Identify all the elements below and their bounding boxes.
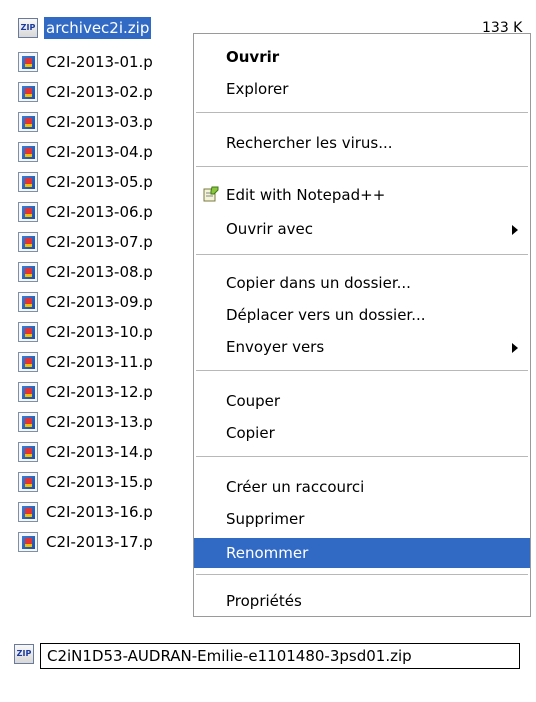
pdf-file-icon [18,232,38,252]
file-name[interactable]: C2I-2013-12.p [44,381,155,403]
pdf-file-icon [18,112,38,132]
menu-item-label: Copier [226,424,275,442]
menu-item-cut[interactable]: Couper [194,386,530,416]
file-name[interactable]: C2I-2013-02.p [44,81,155,103]
file-name[interactable]: C2I-2013-14.p [44,441,155,463]
file-name[interactable]: C2I-2013-05.p [44,171,155,193]
pdf-file-icon [18,322,38,342]
menu-item-create-shortcut[interactable]: Créer un raccourci [194,472,530,502]
menu-item-label: Copier dans un dossier... [226,274,411,292]
submenu-arrow-icon [512,225,518,235]
file-name[interactable]: C2I-2013-04.p [44,141,155,163]
pdf-file-icon [18,292,38,312]
pdf-file-icon [18,532,38,552]
menu-item-copy[interactable]: Copier [194,418,530,448]
menu-separator [196,370,528,371]
rename-input[interactable]: C2iN1D53-AUDRAN-Emilie-e1101480-3psd01.z… [40,643,520,669]
menu-item-delete[interactable]: Supprimer [194,504,530,534]
menu-separator [196,112,528,113]
file-name[interactable]: C2I-2013-08.p [44,261,155,283]
notepad-plus-icon [203,186,219,202]
pdf-file-icon [18,502,38,522]
menu-item-open[interactable]: Ouvrir [194,42,530,72]
menu-separator [196,456,528,457]
zip-file-icon: ZIP [14,644,34,664]
rename-row: ZIP C2iN1D53-AUDRAN-Emilie-e1101480-3psd… [14,640,534,672]
menu-item-copy-to-folder[interactable]: Copier dans un dossier... [194,268,530,298]
pdf-file-icon [18,412,38,432]
file-name[interactable]: C2I-2013-17.p [44,531,155,553]
menu-item-label: Supprimer [226,510,305,528]
file-name[interactable]: C2I-2013-15.p [44,471,155,493]
pdf-file-icon [18,262,38,282]
file-name[interactable]: C2I-2013-03.p [44,111,155,133]
menu-separator [196,166,528,167]
menu-item-label: Créer un raccourci [226,478,365,496]
file-name[interactable]: C2I-2013-16.p [44,501,155,523]
menu-item-open-with[interactable]: Ouvrir avec [194,214,530,244]
pdf-file-icon [18,382,38,402]
file-name[interactable]: C2I-2013-06.p [44,201,155,223]
file-name[interactable]: C2I-2013-11.p [44,351,155,373]
pdf-file-icon [18,442,38,462]
menu-item-explore[interactable]: Explorer [194,74,530,104]
menu-item-label: Propriétés [226,592,302,610]
file-name[interactable]: C2I-2013-01.p [44,51,155,73]
menu-item-label: Déplacer vers un dossier... [226,306,426,324]
pdf-file-icon [18,352,38,372]
menu-separator [196,574,528,575]
menu-separator [196,254,528,255]
menu-item-label: Rechercher les virus... [226,134,393,152]
menu-item-edit-notepad[interactable]: Edit with Notepad++ [194,180,530,210]
pdf-file-icon [18,142,38,162]
menu-item-rename[interactable]: Renommer [194,538,530,568]
menu-item-label: Ouvrir avec [226,220,314,238]
file-name[interactable]: archivec2i.zip [44,17,152,39]
menu-item-label: Explorer [226,80,289,98]
menu-item-label: Edit with Notepad++ [226,186,386,204]
menu-item-label: Couper [226,392,281,410]
pdf-file-icon [18,472,38,492]
menu-item-scan-virus[interactable]: Rechercher les virus... [194,128,530,158]
file-name[interactable]: C2I-2013-13.p [44,411,155,433]
menu-item-send-to[interactable]: Envoyer vers [194,332,530,362]
menu-item-label: Renommer [226,544,309,562]
file-name[interactable]: C2I-2013-10.p [44,321,155,343]
context-menu: Ouvrir Explorer Rechercher les virus... … [193,33,531,617]
file-name[interactable]: C2I-2013-07.p [44,231,155,253]
pdf-file-icon [18,202,38,222]
menu-item-label: Ouvrir [226,48,280,66]
pdf-file-icon [18,52,38,72]
pdf-file-icon [18,172,38,192]
menu-item-properties[interactable]: Propriétés [194,586,530,616]
menu-item-label: Envoyer vers [226,338,325,356]
menu-item-move-to-folder[interactable]: Déplacer vers un dossier... [194,300,530,330]
zip-file-icon: ZIP [18,18,38,38]
file-name[interactable]: C2I-2013-09.p [44,291,155,313]
pdf-file-icon [18,82,38,102]
submenu-arrow-icon [512,343,518,353]
